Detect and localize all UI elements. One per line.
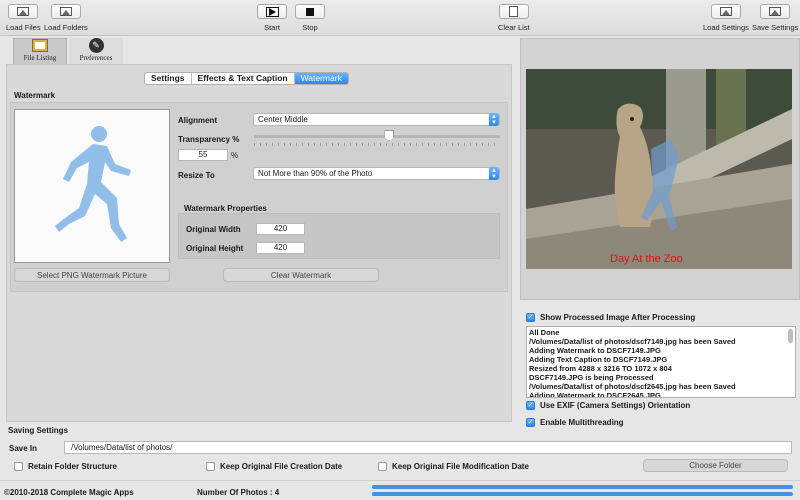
checkmark-icon: ✓ [526,418,535,427]
alignment-label: Alignment [178,116,218,125]
select-watermark-button[interactable]: Select PNG Watermark Picture [14,268,170,282]
transparency-input[interactable]: 55 [178,149,228,161]
processed-photo-preview [526,69,792,269]
watermark-properties-title: Watermark Properties [184,204,267,213]
load-folders-button[interactable]: Load Folders [44,4,88,32]
log-line: /Volumes/Data/list of photos/dscf2645.jp… [529,382,736,391]
images-icon [50,4,81,19]
log-line: Adding Watermark to DSCF2645.JPG [529,391,661,398]
tab-effects-text-caption[interactable]: Effects & Text Caption [192,73,295,84]
file-listing-icon [32,39,48,52]
progress-bar [372,485,793,489]
saving-settings-title: Saving Settings [8,426,69,435]
log-line: DSCF7149.JPG is being Processed [529,373,654,382]
stop-button[interactable]: Stop [295,4,325,32]
text-caption-overlay: Day At the Zoo [610,253,683,265]
log-line: Resized from 4288 x 3216 TO 1072 x 804 [529,364,672,373]
stop-icon [295,4,325,19]
running-man-icon [55,126,131,242]
log-line: /Volumes/Data/list of photos/dscf7149.jp… [529,337,736,346]
log-line: Adding Watermark to DSCF7149.JPG [529,346,661,355]
log-line: Adding Text Caption to DSCF7149.JPG [529,355,668,364]
save-in-input[interactable]: /Volumes/Data/list of photos/ [64,441,792,454]
clear-watermark-button[interactable]: Clear Watermark [223,268,379,282]
checkbox-empty-icon [206,462,215,471]
checkmark-icon: ✓ [526,401,535,410]
choose-folder-button[interactable]: Choose Folder [643,459,788,472]
log-line: All Done [529,328,560,337]
load-files-button[interactable]: Load Files [6,4,41,32]
keep-modification-date-checkbox[interactable]: Keep Original File Modification Date [378,462,529,471]
status-divider [0,480,800,481]
settings-tab-bar: Settings Effects & Text Caption Watermar… [144,72,349,85]
resize-label: Resize To [178,171,215,180]
show-processed-checkbox[interactable]: ✓ Show Processed Image After Processing [526,313,695,322]
checkbox-empty-icon [14,462,23,471]
checkbox-empty-icon [378,462,387,471]
original-width-field: 420 [256,223,305,235]
settings-save-icon [760,4,791,19]
slider-thumb[interactable] [384,130,395,141]
clear-list-button[interactable]: Clear List [498,4,530,32]
watermark-preview[interactable] [14,109,170,263]
progress-bar-secondary [372,492,793,496]
chevron-updown-icon: ▲ ▼ [489,113,499,126]
save-settings-button[interactable]: Save Settings [752,4,798,32]
save-in-label: Save In [9,444,38,453]
load-settings-button[interactable]: Load Settings [703,4,749,32]
document-icon [498,4,529,19]
toolbar: Load Files Load Folders Start Stop Clear… [0,0,800,36]
photo-count: Number Of Photos : 4 [197,488,280,497]
transparency-slider[interactable] [254,130,500,147]
multithreading-checkbox[interactable]: ✓ Enable Multithreading [526,418,624,427]
transparency-label: Transparency % [178,135,240,144]
original-width-label: Original Width [186,225,241,234]
keep-creation-date-checkbox[interactable]: Keep Original File Creation Date [206,462,342,471]
tab-preferences[interactable]: ✎ Preferences [69,38,123,64]
original-height-label: Original Height [186,244,244,253]
original-height-field: 420 [256,242,305,254]
checkmark-icon: ✓ [526,313,535,322]
processing-log[interactable]: All Done/Volumes/Data/list of photos/dsc… [526,326,796,398]
percent-sign: % [231,151,239,160]
watermark-section-title: Watermark [14,91,56,100]
play-icon [257,4,287,19]
image-icon [8,4,39,19]
log-scrollbar[interactable] [788,329,793,343]
resize-select[interactable]: Not More than 90% of the Photo ▲ ▼ [253,167,500,180]
tab-watermark[interactable]: Watermark [294,73,348,84]
meerkat-photo [526,69,792,269]
settings-open-icon [710,4,741,19]
retain-folder-checkbox[interactable]: Retain Folder Structure [14,462,117,471]
tab-file-listing[interactable]: File Listing [13,38,67,64]
brush-icon: ✎ [88,38,104,53]
tab-settings[interactable]: Settings [145,73,192,84]
alignment-select[interactable]: Center Middle ▲ ▼ [253,113,500,126]
exif-orientation-checkbox[interactable]: ✓ Use EXIF (Camera Settings) Orientation [526,401,690,410]
start-button[interactable]: Start [257,4,287,32]
chevron-updown-icon: ▲ ▼ [489,167,499,180]
copyright-text: ©2010-2018 Complete Magic Apps [4,488,134,497]
